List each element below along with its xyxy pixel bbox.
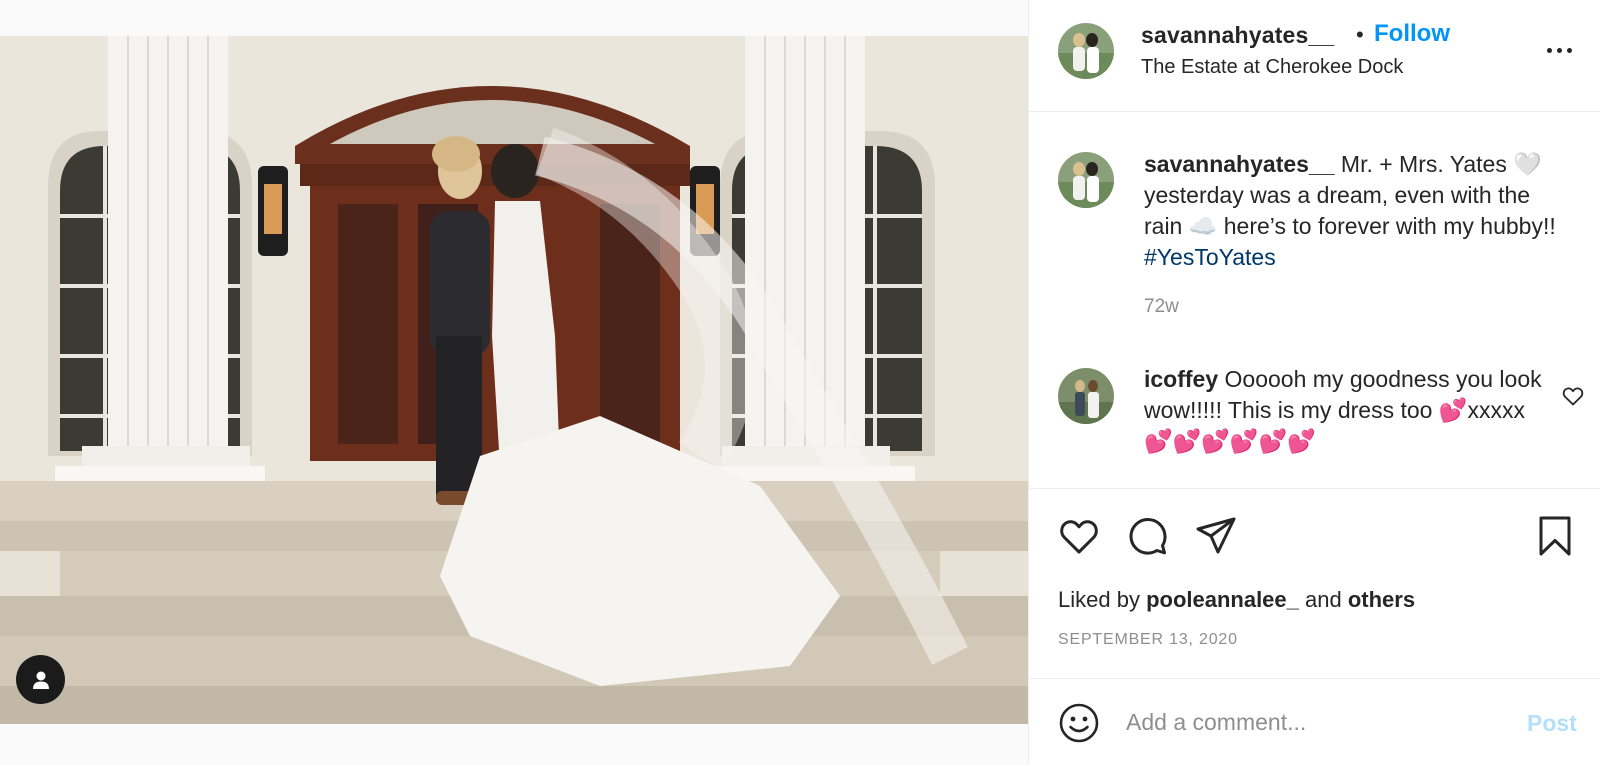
commenter-username[interactable]: icoffey [1144, 366, 1218, 392]
bookmark-icon[interactable] [1533, 514, 1577, 558]
hashtag-link[interactable]: #YesToYates [1144, 244, 1276, 270]
comment-like-heart-icon[interactable] [1561, 384, 1585, 408]
commenter-avatar[interactable] [1058, 368, 1114, 424]
comment-input[interactable] [1126, 699, 1506, 745]
separator-dot: • [1356, 22, 1364, 47]
caption-username[interactable]: savannahyates__ [1144, 151, 1335, 177]
liker-username[interactable]: pooleannalee_ [1146, 587, 1299, 612]
likes-prefix: Liked by [1058, 587, 1147, 612]
likes-middle: and [1298, 587, 1348, 612]
heart-icon[interactable] [1057, 514, 1101, 558]
post-actions: Liked by pooleannalee_ and others SEPTEM… [1029, 488, 1600, 678]
location-link[interactable]: The Estate at Cherokee Dock [1141, 56, 1403, 79]
wedding-photo-illustration [0, 36, 1028, 724]
user-tag-icon [32, 671, 49, 689]
dot [1556, 47, 1562, 53]
emoji-icon[interactable] [1058, 702, 1100, 744]
author-avatar[interactable] [1058, 23, 1114, 79]
share-icon[interactable] [1194, 514, 1238, 558]
comments-section[interactable]: savannahyates__ Mr. + Mrs. Yates 🤍 yeste… [1029, 112, 1600, 488]
more-options-icon[interactable] [1541, 38, 1577, 62]
likes-summary: Liked by pooleannalee_ and others [1058, 587, 1415, 613]
comment-icon[interactable] [1126, 514, 1170, 558]
avatar-image [1058, 152, 1114, 208]
post-comment-button[interactable]: Post [1527, 710, 1577, 737]
post-media-panel [0, 0, 1028, 765]
dot [1566, 47, 1572, 53]
post-header: savannahyates__ • Follow The Estate at C… [1029, 0, 1600, 112]
avatar-image [1058, 23, 1114, 79]
post-date[interactable]: SEPTEMBER 13, 2020 [1058, 631, 1238, 649]
post-side-panel: savannahyates__ • Follow The Estate at C… [1028, 0, 1600, 765]
author-username[interactable]: savannahyates__ [1141, 22, 1335, 49]
user-tag-button[interactable] [16, 655, 65, 704]
post-timestamp[interactable]: 72w [1144, 296, 1179, 318]
caption-text: savannahyates__ Mr. + Mrs. Yates 🤍 yeste… [1144, 149, 1574, 273]
follow-button[interactable]: Follow [1374, 20, 1450, 48]
likes-others-link[interactable]: others [1348, 587, 1415, 612]
avatar-image [1058, 368, 1114, 424]
dot [1546, 47, 1552, 53]
post-photo[interactable] [0, 36, 1028, 724]
comment-text: icoffey Oooooh my goodness you look wow!… [1144, 364, 1544, 457]
add-comment-bar: Post [1029, 678, 1600, 765]
caption-avatar[interactable] [1058, 152, 1114, 208]
